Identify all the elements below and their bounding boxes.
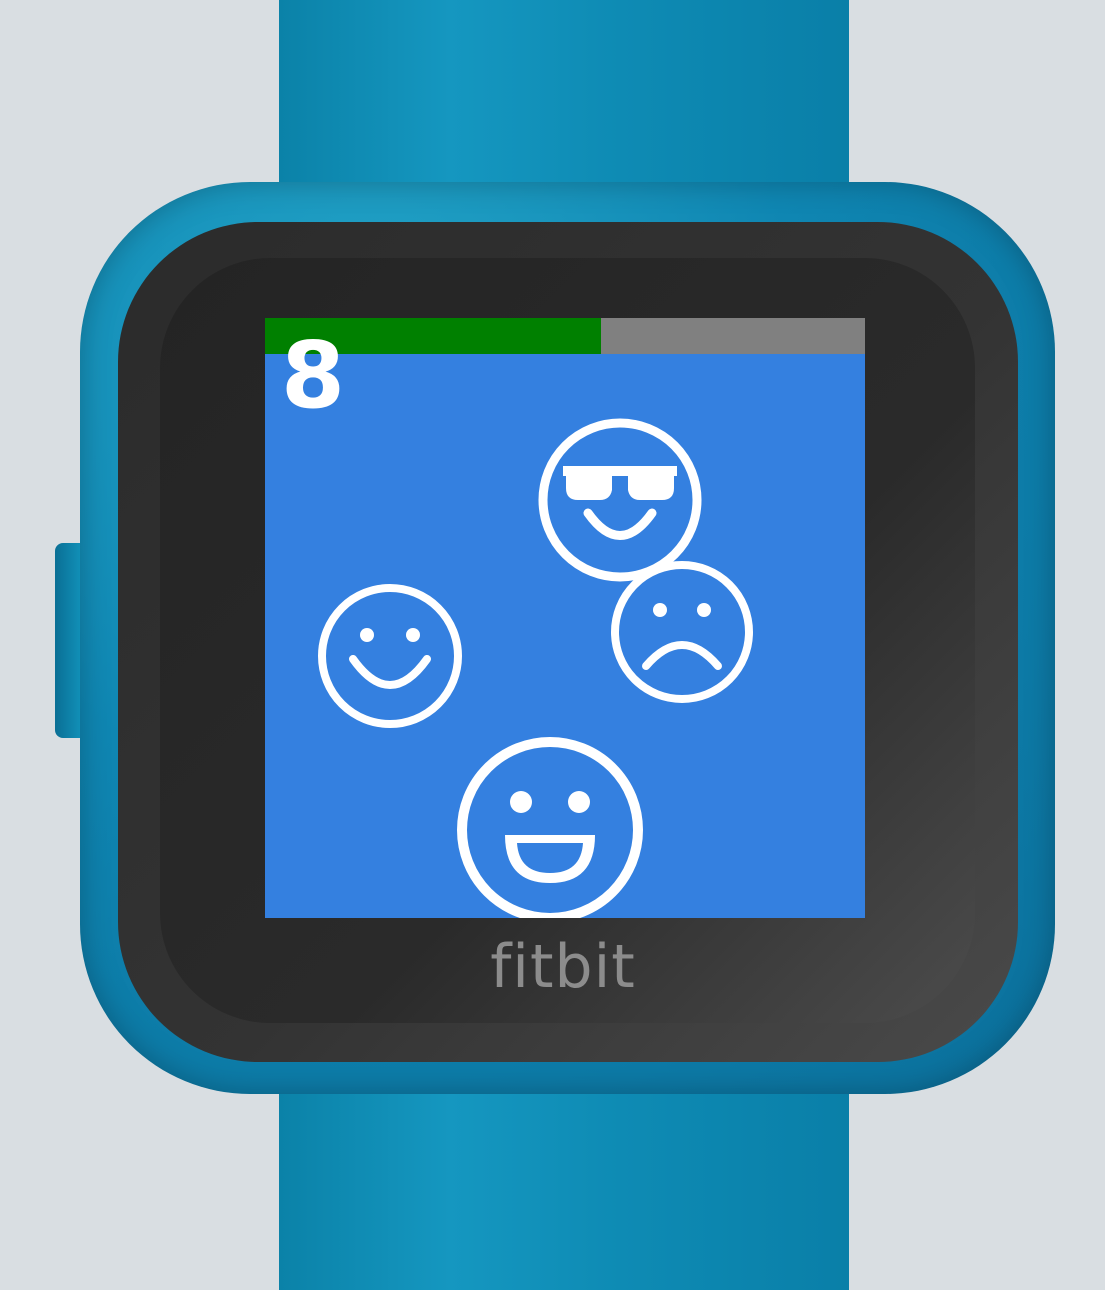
grinning-face-icon[interactable] <box>455 735 645 918</box>
timer-bar <box>265 318 865 354</box>
sunglasses-smiley-icon[interactable] <box>538 418 702 582</box>
sad-face-icon[interactable] <box>610 560 754 704</box>
smiley-icon[interactable] <box>317 583 463 729</box>
brand-logo: fitbit <box>490 932 636 1002</box>
side-button[interactable] <box>55 543 81 738</box>
score-counter: 8 <box>281 322 346 429</box>
game-screen[interactable]: 8 <box>265 318 865 918</box>
watch-strap-bottom <box>279 1060 849 1290</box>
